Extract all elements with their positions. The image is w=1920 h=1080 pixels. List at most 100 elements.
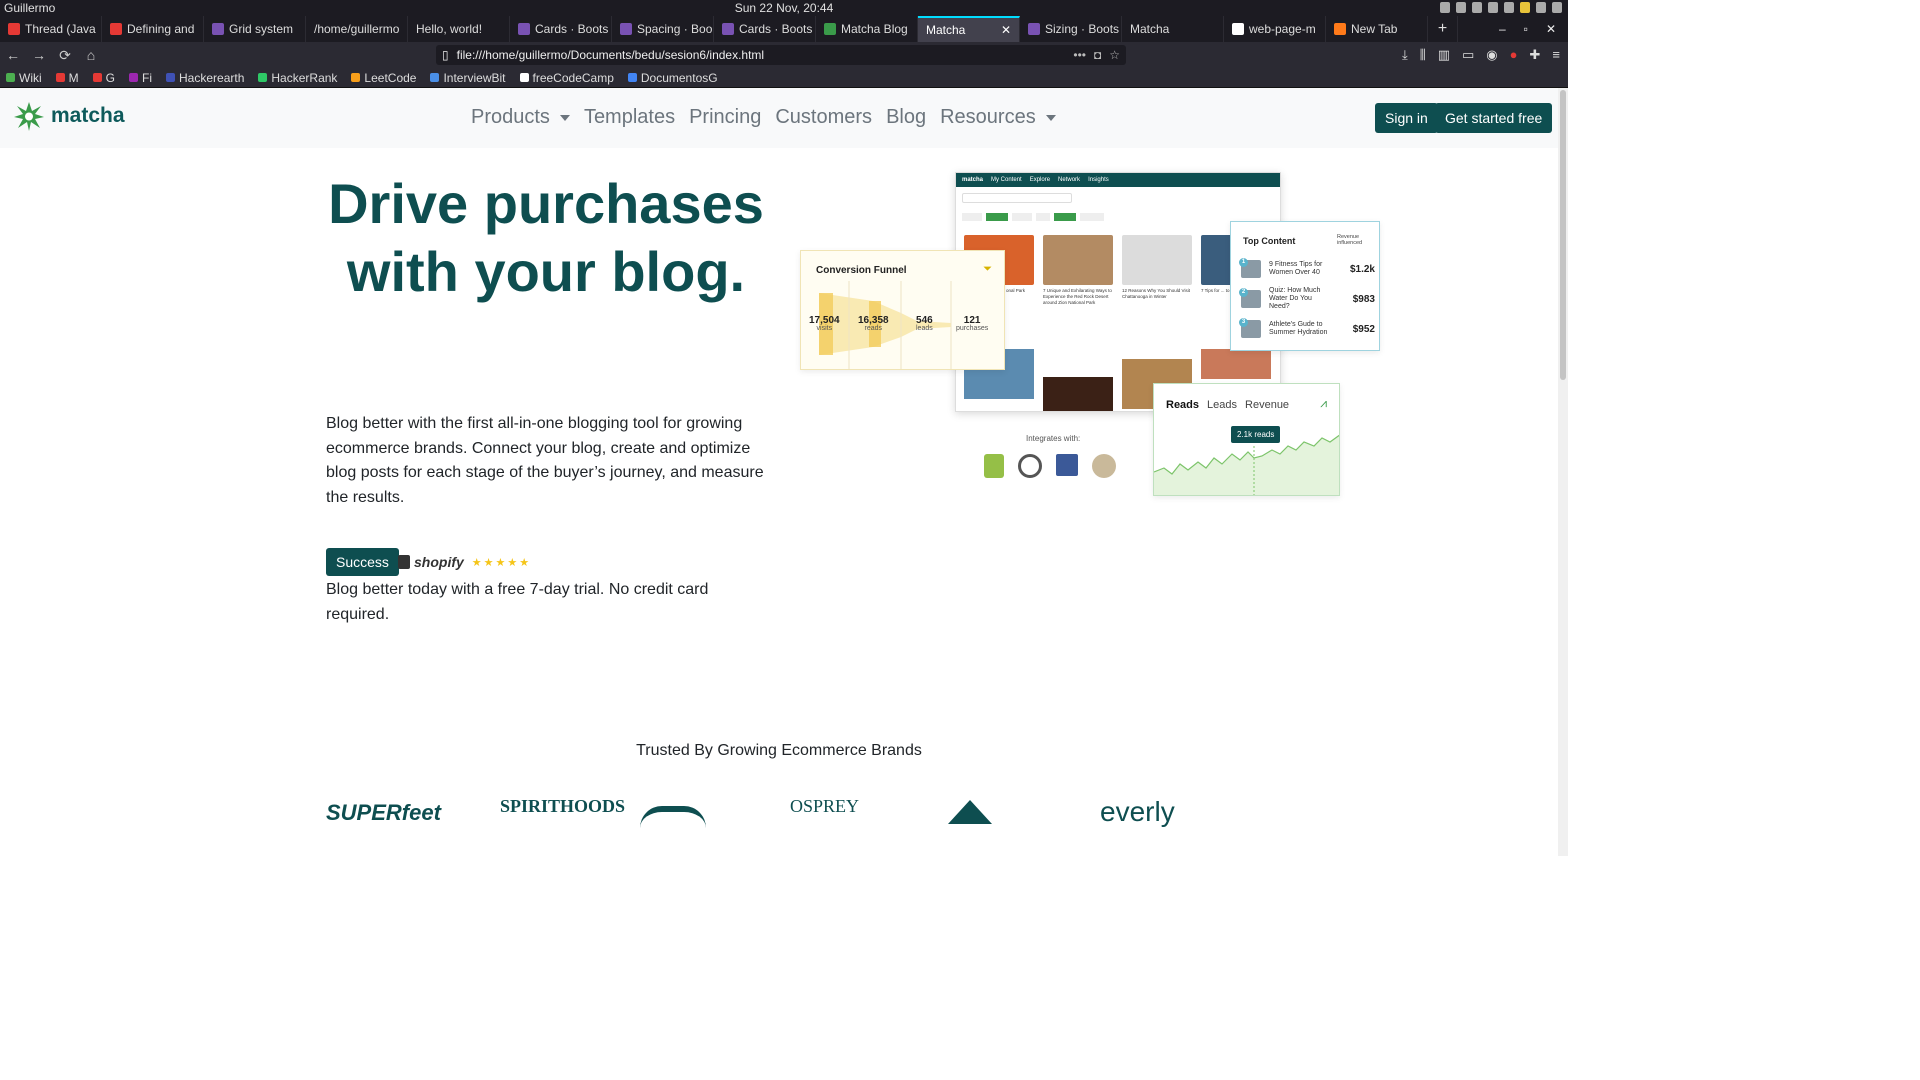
favicon-icon (8, 23, 20, 35)
brand-logo[interactable]: matcha (13, 100, 125, 132)
bookmark-item[interactable]: InterviewBit (430, 71, 506, 85)
url-bar[interactable]: ▯ file:///home/guillermo/Documents/bedu/… (436, 45, 1126, 65)
content-value: $952 (1352, 323, 1375, 335)
puzzle-icon[interactable]: ✚ (1530, 47, 1541, 63)
brand-logo-osprey: OSPREY (790, 796, 860, 816)
brand-logo-everly: everly (1100, 796, 1175, 827)
nav-blog[interactable]: Blog (886, 106, 926, 129)
bookmark-label: Fi (142, 70, 153, 85)
reader-icon[interactable]: ▭ (1462, 47, 1474, 63)
tab-item[interactable]: Cards · Boots (714, 16, 816, 42)
close-tab-icon[interactable]: ✕ (1001, 23, 1011, 37)
bookmark-item[interactable]: HackerRank (258, 71, 337, 85)
tab-label: Cards · Boots (739, 22, 813, 36)
hero-text: Blog better with the first all-in-one bl… (326, 415, 764, 506)
bookmark-item[interactable]: LeetCode (351, 71, 416, 85)
close-window-icon[interactable]: ✕ (1546, 22, 1556, 36)
tab-label: Defining and (127, 22, 195, 36)
mockup-card-caption: 7 Unique and Exhilarating Ways to Experi… (1043, 288, 1112, 305)
tray-icon[interactable] (1456, 2, 1466, 13)
tab-item[interactable]: New Tab (1326, 16, 1428, 42)
tab-item[interactable]: web-page-m (1224, 16, 1326, 42)
nav-customers[interactable]: Customers (775, 106, 872, 129)
browser-nav-bar: ← → ⟳ ⌂ ▯ file:///home/guillermo/Documen… (0, 42, 1568, 68)
tab-item[interactable]: Cards · Boots (510, 16, 612, 42)
scrollbar-thumb[interactable] (1560, 90, 1566, 380)
tab-item[interactable]: Spacing · Boo (612, 16, 714, 42)
mockup-card-image (1043, 235, 1113, 285)
top-content-card: Top Content Revenue influenced 1 9 Fitnes… (1230, 221, 1380, 351)
tray-icon[interactable] (1504, 2, 1514, 13)
get-started-button[interactable]: Get started free (1435, 103, 1553, 133)
tab-label: /home/guillermo (314, 22, 400, 36)
sign-in-button[interactable]: Sign in (1375, 103, 1438, 133)
bookmark-item[interactable]: M (55, 71, 79, 85)
tab-item[interactable]: Matcha (1122, 16, 1224, 42)
maximize-icon[interactable]: ▫ (1524, 22, 1528, 36)
funnel-stat-label: visits (816, 325, 833, 332)
nav-pricing[interactable]: Princing (689, 106, 761, 129)
bookmark-item[interactable]: freeCodeCamp (519, 70, 614, 85)
thumbnail: 2 (1239, 288, 1261, 308)
account-icon[interactable]: ◉ (1486, 47, 1497, 63)
power-icon[interactable] (1552, 2, 1562, 13)
tray-icon[interactable] (1472, 2, 1482, 13)
bookmark-item[interactable]: DocumentosG (627, 71, 718, 85)
content-title: Quiz: How Much Water Do You Need? (1269, 287, 1321, 310)
bookmark-label: G (105, 70, 116, 85)
tray-icon[interactable] (1440, 2, 1450, 13)
menu-icon[interactable]: ≡ (1552, 47, 1560, 63)
reload-icon[interactable]: ⟳ (52, 47, 78, 64)
page-scrollbar[interactable] (1558, 88, 1568, 856)
bookmark-item[interactable]: Wiki (6, 71, 42, 85)
bookmark-label: Wiki (19, 70, 42, 85)
bookmark-item[interactable]: G (92, 70, 116, 85)
nav-templates[interactable]: Templates (584, 106, 675, 129)
forward-icon[interactable]: → (26, 47, 52, 63)
favicon-icon (620, 23, 632, 35)
success-badge[interactable]: Success (326, 548, 399, 576)
bookmark-star-icon[interactable]: ☆ (1109, 48, 1120, 62)
back-icon[interactable]: ← (0, 47, 26, 63)
library-icon[interactable]: ⫼ (1420, 47, 1426, 63)
tab-item[interactable]: /home/guillermo (306, 16, 408, 42)
bookmark-item[interactable]: Hackerearth (166, 71, 244, 85)
tray-icon[interactable] (1488, 2, 1498, 13)
bookmark-label: freeCodeCamp (532, 70, 614, 85)
sidebar-icon[interactable]: ▥ (1438, 47, 1450, 63)
mockup-card-image (1122, 235, 1192, 285)
minimize-icon[interactable]: – (1499, 22, 1506, 36)
tab-item[interactable]: Hello, world! (408, 16, 510, 42)
download-icon[interactable]: ⤓ (1402, 47, 1408, 63)
brand-logo-mountain (948, 800, 992, 824)
nav-products[interactable]: Products (471, 106, 570, 129)
bookmark-icon (258, 73, 268, 82)
volume-icon[interactable] (1536, 2, 1546, 13)
tab-item[interactable]: Matcha Blog (816, 16, 918, 42)
new-tab-button[interactable]: + (1428, 16, 1458, 42)
mockup-header: matcha My Content Explore Network Insigh… (956, 173, 1280, 187)
mockup-nav-item: My Content (991, 177, 1022, 183)
funnel-shape (819, 281, 952, 369)
home-icon[interactable]: ⌂ (78, 47, 104, 63)
more-icon[interactable]: ••• (1073, 48, 1086, 62)
favicon-icon (1232, 23, 1244, 35)
extension-icon[interactable]: ● (1510, 47, 1518, 63)
bookmark-item[interactable]: Fi (129, 71, 152, 85)
tab-item[interactable]: Matcha ✕ (918, 16, 1020, 42)
filter-chip (1080, 213, 1104, 221)
nav-resources[interactable]: Resources (940, 106, 1056, 129)
mockup-nav-item: Insights (1088, 177, 1109, 183)
matcha-leaf-icon (14, 102, 44, 131)
tab-item[interactable]: Defining and (102, 16, 204, 42)
reads-sparkline (1154, 434, 1339, 495)
pocket-icon[interactable]: ◘ (1094, 48, 1101, 62)
tab-item[interactable]: Sizing · Boots (1020, 16, 1122, 42)
reads-chart-card: Reads Leads Revenue ⩘ 2.1k reads (1153, 383, 1340, 496)
funnel-stat: 17,504 visits (809, 315, 840, 332)
tab-item[interactable]: Grid system (204, 16, 306, 42)
battery-icon[interactable] (1520, 2, 1530, 13)
favicon-icon (518, 23, 530, 35)
mockup-filters (962, 213, 1262, 221)
tab-item[interactable]: Thread (Java (0, 16, 102, 42)
